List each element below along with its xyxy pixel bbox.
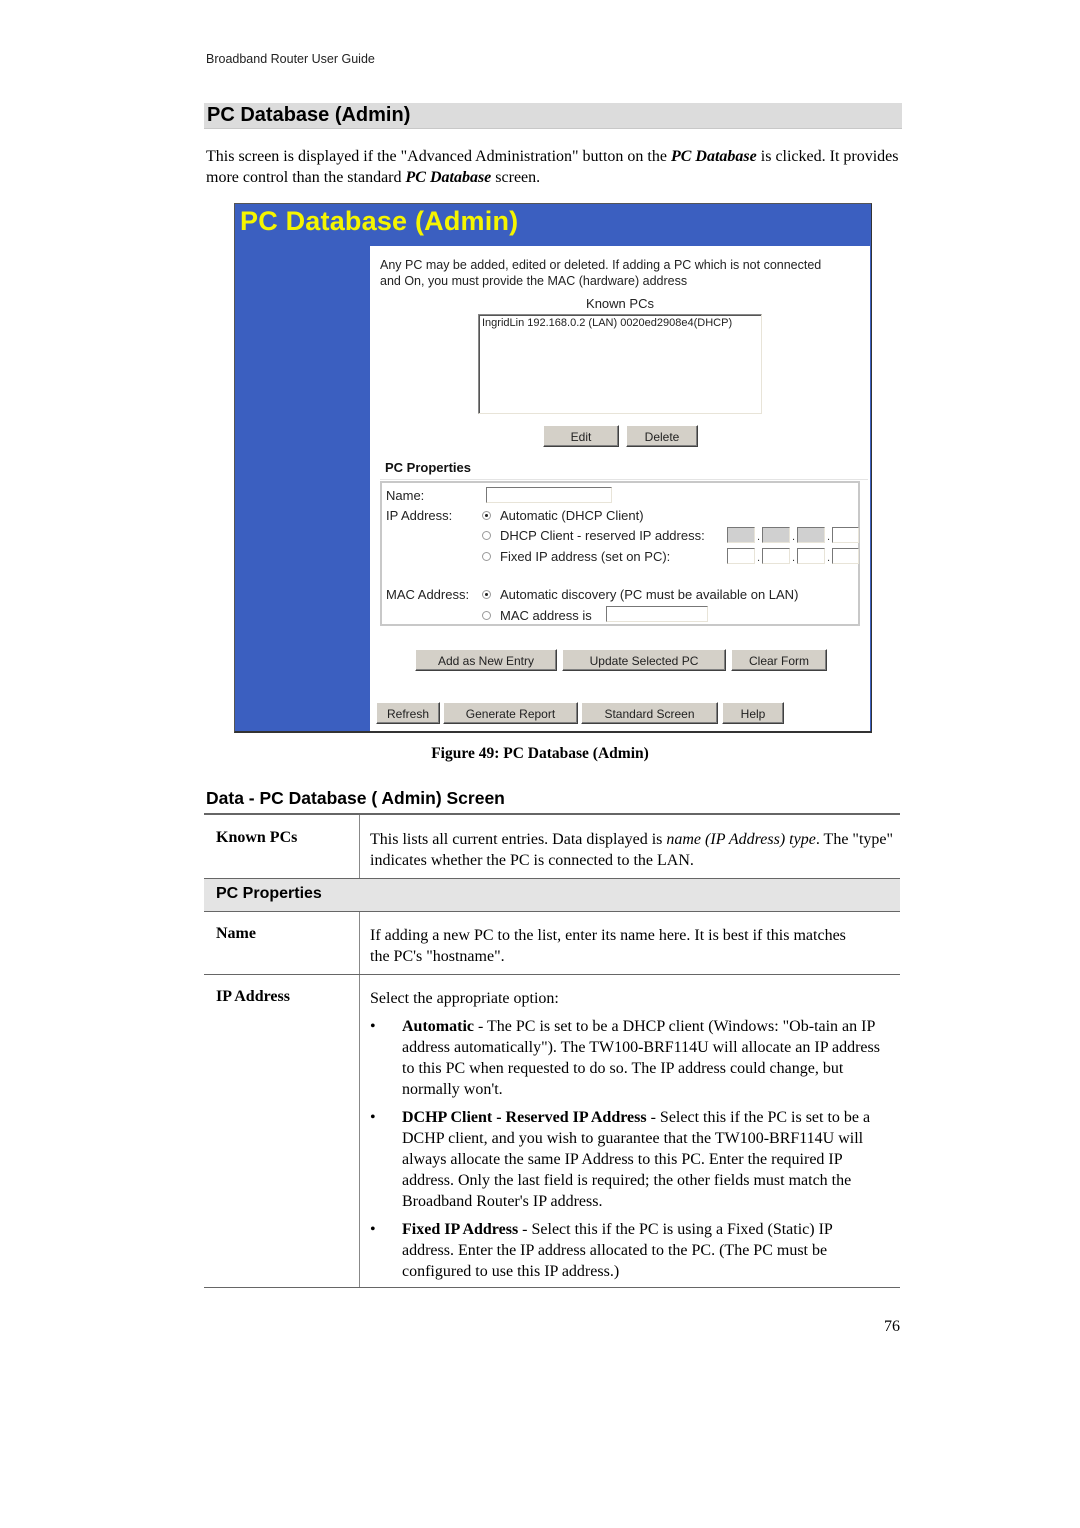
bullet-icon: • [370,1221,376,1238]
table-row: Known PCs This lists all current entries… [204,813,900,878]
reserved-ip-octet-4[interactable] [832,527,859,543]
dot-separator: . [792,552,796,564]
data-table: Known PCs This lists all current entries… [204,813,900,1288]
bullet-term: Automatic [402,1018,474,1035]
table-row: Name If adding a new PC to the list, ent… [204,911,900,974]
bullet-term: Fixed IP Address [402,1221,519,1238]
column-divider [359,912,360,974]
table-bottom-rule [204,1287,900,1288]
desc-text: This lists all current entries. Data dis… [370,831,667,848]
fixed-ip-octet-1[interactable] [727,548,755,564]
desc-ip-address: Select the appropriate option: • Automat… [370,988,900,1282]
name-input[interactable] [486,487,612,503]
pc-properties-box: Name: IP Address: Automatic (DHCP Client… [380,481,860,626]
ip-option-label: Automatic (DHCP Client) [500,508,644,523]
intro-text: screen. [491,169,541,186]
figure-caption: Figure 49: PC Database (Admin) [431,745,649,762]
pc-database-admin-screenshot: PC Database (Admin) Any PC may be added,… [234,203,872,733]
help-button[interactable]: Help [722,702,784,724]
edit-button[interactable]: Edit [543,425,619,447]
bullet-text: - The PC is set to be a DHCP client (Win… [402,1018,880,1098]
mac-option-label: Automatic discovery (PC must be availabl… [500,587,799,602]
intro-emphasis: PC Database [405,169,492,186]
desc-intro: Select the appropriate option: [370,990,559,1007]
mac-option-label: MAC address is [500,608,592,623]
ip-automatic-radio[interactable] [482,511,491,520]
ip-fixed-radio[interactable] [482,552,491,561]
dot-separator: . [757,531,761,543]
ip-address-label: IP Address: [386,508,453,523]
generate-report-button[interactable]: Generate Report [443,702,578,724]
screen-title: PC Database (Admin) [240,206,519,236]
known-pcs-listbox[interactable]: IngridLin 192.168.0.2 (LAN) 0020ed2908e4… [478,314,762,414]
dot-separator: . [827,552,831,564]
term-name: Name [216,925,256,942]
mac-address-label: MAC Address: [386,587,470,602]
bullet-item: • Automatic - The PC is set to be a DHCP… [370,1016,888,1100]
running-header: Broadband Router User Guide [206,52,375,66]
ip-option-label: Fixed IP address (set on PC): [500,549,671,564]
intro-emphasis: PC Database [670,148,757,165]
dot-separator: . [827,531,831,543]
desc-name: If adding a new PC to the list, enter it… [370,927,846,965]
content-panel: Any PC may be added, edited or deleted. … [370,246,870,731]
term-known-pcs: Known PCs [216,829,298,846]
desc-known-pcs: This lists all current entries. Data dis… [370,829,900,871]
name-label: Name: [386,488,425,503]
list-item[interactable]: IngridLin 192.168.0.2 (LAN) 0020ed2908e4… [482,317,732,329]
reserved-ip-octet-1[interactable] [727,527,755,543]
ip-option-label: DHCP Client - reserved IP address: [500,528,705,543]
bullet-icon: • [370,1109,376,1126]
delete-button[interactable]: Delete [626,425,698,447]
desc-emphasis: name (IP Address) type [666,831,816,848]
bullet-item: • Fixed IP Address - Select this if the … [370,1219,888,1282]
mac-manual-radio[interactable] [482,611,491,620]
pc-properties-heading: PC Properties [385,460,471,475]
bullet-icon: • [370,1018,376,1035]
divider [380,479,868,480]
band-label: PC Properties [216,885,322,902]
reserved-ip-octet-3[interactable] [797,527,825,543]
update-selected-pc-button[interactable]: Update Selected PC [562,649,726,671]
table-row: IP Address Select the appropriate option… [204,974,900,1287]
term-ip-address: IP Address [216,988,290,1005]
known-pcs-label: Known PCs [586,296,654,311]
ip-reserved-radio[interactable] [482,531,491,540]
clear-form-button[interactable]: Clear Form [731,649,827,671]
intro-paragraph: This screen is displayed if the "Advance… [206,146,906,188]
fixed-ip-octet-2[interactable] [762,548,790,564]
fixed-ip-octet-4[interactable] [832,548,859,564]
pc-properties-band: PC Properties [204,878,900,911]
section-title-bar: PC Database (Admin) [204,103,902,129]
bullet-term: DCHP Client - Reserved IP Address [402,1109,647,1126]
instructions-text: Any PC may be added, edited or deleted. … [380,258,822,288]
section-title: PC Database (Admin) [207,104,411,126]
dot-separator: . [757,552,761,564]
page-number: 76 [884,1318,900,1335]
dot-separator: . [792,531,796,543]
mac-address-input[interactable] [606,606,708,622]
data-section-title: Data - PC Database ( Admin) Screen [206,788,505,808]
refresh-button[interactable]: Refresh [376,702,440,724]
fixed-ip-octet-3[interactable] [797,548,825,564]
reserved-ip-octet-2[interactable] [762,527,790,543]
standard-screen-button[interactable]: Standard Screen [581,702,718,724]
bullet-item: • DCHP Client - Reserved IP Address - Se… [370,1107,888,1212]
column-divider [359,815,360,878]
intro-text: This screen is displayed if the "Advance… [206,148,671,165]
add-new-entry-button[interactable]: Add as New Entry [415,649,557,671]
column-divider [359,975,360,1287]
mac-automatic-radio[interactable] [482,590,491,599]
